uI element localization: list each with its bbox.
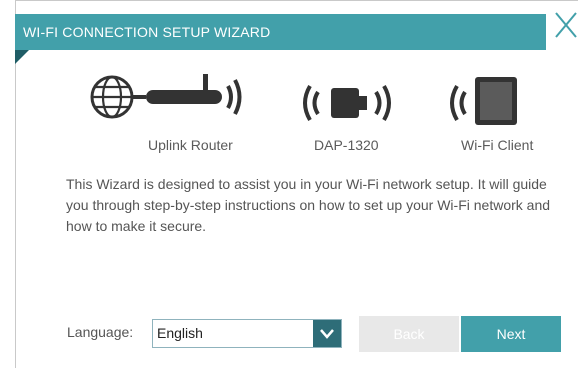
wizard-title-bar: WI-FI CONNECTION SETUP WIZARD <box>15 14 546 50</box>
device-label-dap-1320: DAP-1320 <box>314 137 379 153</box>
chevron-down-icon[interactable] <box>313 320 341 347</box>
language-selected-value: English <box>157 325 203 341</box>
title-bar-fold <box>15 50 29 64</box>
wizard-title: WI-FI CONNECTION SETUP WIZARD <box>23 24 271 40</box>
router-icon <box>90 74 242 119</box>
extender-icon <box>303 84 391 122</box>
back-button[interactable]: Back <box>359 316 459 352</box>
language-select[interactable]: English <box>152 319 342 348</box>
tablet-icon <box>450 77 517 125</box>
device-label-wifi-client: Wi-Fi Client <box>461 137 534 153</box>
language-label: Language: <box>67 324 134 340</box>
close-icon <box>555 12 577 38</box>
wizard-description: This Wizard is designed to assist you in… <box>66 176 551 234</box>
next-button[interactable]: Next <box>461 316 561 352</box>
close-button[interactable] <box>546 0 578 50</box>
device-label-uplink-router: Uplink Router <box>148 137 233 153</box>
